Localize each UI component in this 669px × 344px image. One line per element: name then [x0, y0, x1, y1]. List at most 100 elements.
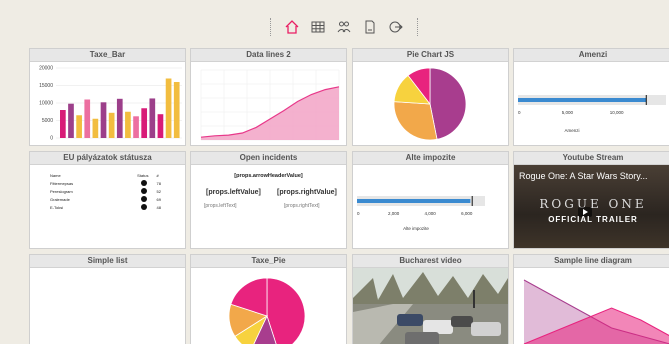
bar: [116, 98, 123, 138]
column-header: Name: [50, 172, 61, 178]
users-icon[interactable]: [332, 16, 356, 38]
panel-bucharest-video[interactable]: Bucharest video: [352, 254, 509, 344]
toolbar-separator-left: [270, 18, 271, 36]
amenzi-axis-label: Amenzi: [564, 128, 579, 133]
toolbar-separator-right: [417, 18, 418, 36]
panel-title: Alte impozite: [353, 152, 508, 165]
panel-sample-line[interactable]: Sample line diagram: [513, 254, 669, 344]
pie-js-chart: [393, 67, 467, 141]
panel-eu[interactable]: EU pályázatok státusza Name Status # Fit…: [29, 151, 186, 249]
panel-open-incidents[interactable]: Open incidents [props.arrowHeaderValue] …: [190, 151, 347, 249]
pie-slice: [429, 67, 467, 140]
sample-line-chart: [523, 279, 669, 344]
panel-alte-impozite[interactable]: Alte impozite Alte impozite 0 2,000 4,000 6…: [352, 151, 509, 249]
bar: [173, 82, 180, 138]
table-row[interactable]: E-Toksi 48: [46, 203, 165, 211]
incidents-right-value: [props.rightValue]: [277, 189, 337, 196]
panel-title: Data lines 2: [191, 49, 346, 62]
bar: [92, 118, 99, 138]
column-header: Status: [137, 172, 149, 178]
row-name: Pereslogram: [50, 188, 73, 194]
status-dot: [77, 195, 152, 203]
status-dot: [77, 187, 152, 195]
panel-title: Amenzi: [514, 49, 669, 62]
bar: [133, 116, 139, 138]
panel-title: Taxe_Pie: [191, 255, 346, 268]
bar: [76, 115, 82, 138]
alte-impozite-chart: Alte impozite 0 2,000 4,000 6,000: [357, 196, 485, 231]
table-row[interactable]: Fittermepsas 78: [46, 179, 165, 187]
panel-pie-js[interactable]: Pie Chart JS: [352, 48, 509, 146]
bar: [100, 102, 107, 138]
home-icon[interactable]: [280, 16, 304, 38]
incidents-left-value: [props.leftValue]: [206, 189, 261, 196]
status-dot: [77, 203, 152, 211]
panel-title: Youtube Stream: [514, 152, 669, 165]
document-icon[interactable]: [358, 16, 382, 38]
bar: [165, 78, 172, 138]
x-tick-label: 0: [518, 110, 521, 115]
panel-title: Pie Chart JS: [353, 49, 508, 62]
logout-icon[interactable]: [384, 16, 408, 38]
video-subtitle: OFFICIAL TRAILER: [548, 215, 638, 224]
panel-taxe-pie[interactable]: Taxe_Pie: [190, 254, 347, 344]
taxe-bar-chart: 0 5000 10000 15000 20000: [39, 66, 182, 142]
bucharest-video-frame[interactable]: [353, 268, 508, 344]
panel-title: Bucharest video: [353, 255, 508, 268]
row-name: Gralemade: [50, 196, 70, 202]
row-name: Fittermepsas: [50, 180, 74, 186]
panel-title: Simple list: [30, 255, 185, 268]
bar: [108, 112, 115, 138]
pie-slice: [393, 101, 438, 141]
bar: [357, 199, 471, 203]
y-tick-label: 0: [50, 136, 53, 142]
bar: [141, 108, 148, 138]
bar: [60, 110, 66, 138]
y-tick-label: 10000: [39, 101, 53, 107]
panel-simple-list[interactable]: Simple list: [29, 254, 186, 344]
panel-youtube[interactable]: Youtube Stream Rogue One: A Star Wars St…: [513, 151, 669, 249]
panel-amenzi[interactable]: Amenzi Amenzi 0 5,000 10,000: [513, 48, 669, 146]
row-count: 78: [156, 180, 161, 186]
y-tick-label: 5000: [42, 118, 53, 124]
table-icon[interactable]: [306, 16, 330, 38]
x-tick-label: 4,000: [425, 211, 437, 216]
column-header: #: [156, 172, 159, 178]
alte-axis-label: Alte impozite: [403, 226, 429, 231]
x-tick-label: 2,000: [388, 211, 400, 216]
x-tick-label: 10,000: [610, 110, 624, 115]
bar: [518, 98, 647, 102]
row-count: 69: [156, 196, 161, 202]
row-name: E-Toksi: [50, 204, 64, 210]
row-count: 52: [156, 188, 161, 194]
bar: [84, 99, 91, 138]
y-tick-label: 15000: [39, 83, 53, 89]
panel-data-lines[interactable]: Data lines 2: [190, 48, 347, 146]
x-tick-label: 6,000: [461, 211, 473, 216]
bar: [157, 114, 164, 138]
y-tick-label: 20000: [39, 66, 53, 72]
x-tick-label: 0: [357, 211, 360, 216]
video-title[interactable]: Rogue One: A Star Wars Story...: [519, 171, 667, 181]
data-lines-chart: [200, 69, 340, 141]
bar: [68, 103, 74, 138]
panel-taxe-bar[interactable]: Taxe_Bar 0 5000 10000 15000 20000: [29, 48, 186, 146]
row-count: 48: [156, 204, 161, 210]
amenzi-chart: Amenzi 0 5,000 10,000: [518, 95, 666, 133]
taxe-pie-chart: [228, 277, 306, 344]
bar: [125, 111, 131, 138]
panel-title: EU pályázatok státusza: [30, 152, 185, 165]
eu-status-table: Name Status # Fittermepsas 78 Pereslogra…: [46, 171, 165, 211]
table-row[interactable]: Pereslogram 52: [46, 187, 165, 195]
main-toolbar: [262, 14, 438, 40]
table-header-row: Name Status #: [46, 171, 165, 179]
panel-title: Sample line diagram: [514, 255, 669, 268]
incidents-header: [props.arrowHeaderValue]: [234, 173, 303, 179]
panel-title: Taxe_Bar: [30, 49, 185, 62]
status-dot: [77, 179, 152, 187]
table-row[interactable]: Gralemade 69: [46, 195, 165, 203]
incidents-left-text: [props.leftText]: [204, 203, 237, 209]
bar: [149, 98, 156, 138]
panel-title: Open incidents: [191, 152, 346, 165]
x-tick-label: 5,000: [562, 110, 574, 115]
